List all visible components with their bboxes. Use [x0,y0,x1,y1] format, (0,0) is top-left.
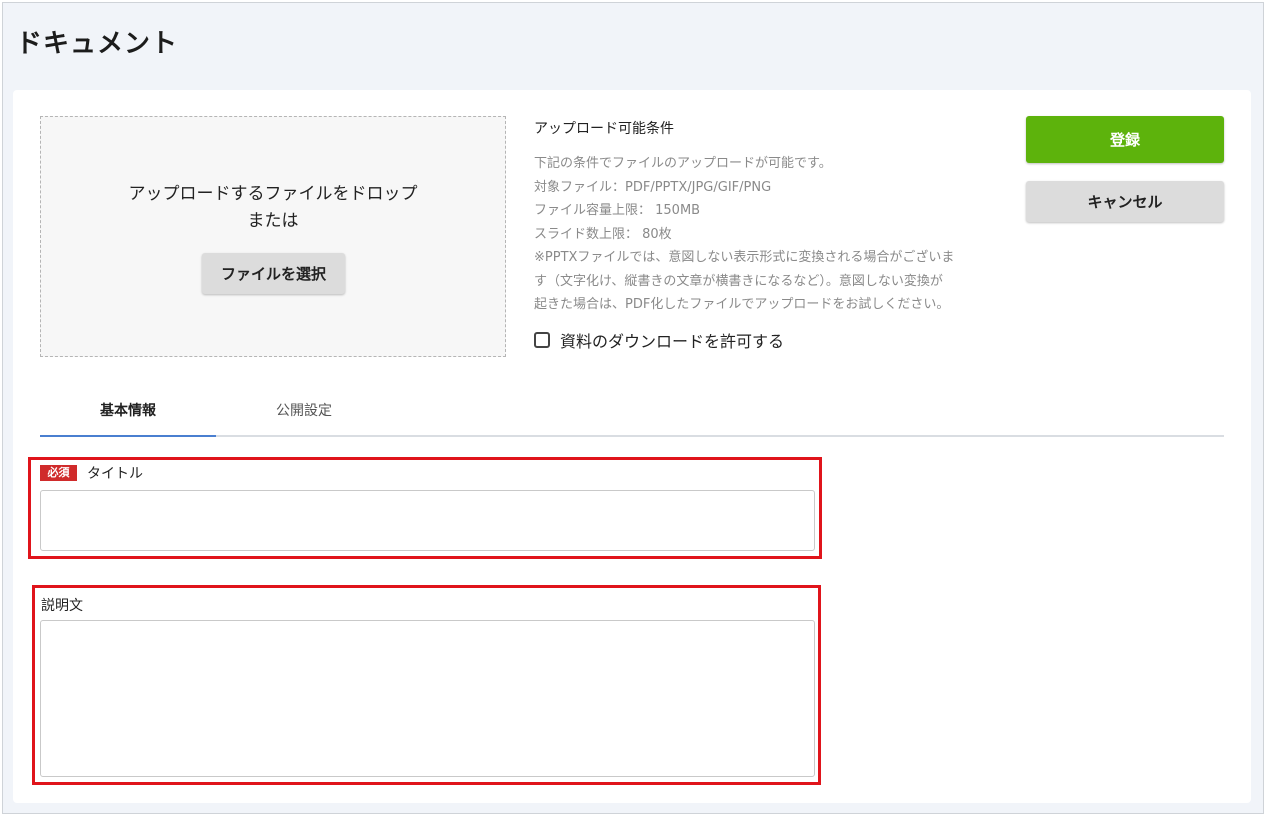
download-permission-checkbox[interactable] [534,332,550,348]
title-input[interactable] [40,490,815,551]
tab-publish-settings[interactable]: 公開設定 [216,389,392,435]
condition-line: スライド数上限： 80枚 [534,226,672,242]
condition-line: ※PPTXファイルでは、意図しない表示形式に変換される場合がございま [534,250,955,265]
dropzone-or-text: または [247,211,299,231]
conditions-title: アップロード可能条件 [534,121,674,137]
file-dropzone[interactable]: アップロードするファイルをドロップ または ファイルを選択 [40,116,506,357]
condition-line: ファイル容量上限： 150MB [534,203,701,218]
dropzone-text: アップロードするファイルをドロップ または [41,181,505,235]
page-title: ドキュメント [16,29,179,59]
tab-basic-info[interactable]: 基本情報 [40,389,216,437]
select-file-button[interactable]: ファイルを選択 [202,253,345,294]
download-permission-label[interactable]: 資料のダウンロードを許可する [560,328,784,352]
upload-conditions: アップロード可能条件 下記の条件でファイルのアップロードが可能です。 対象ファイ… [534,118,1004,317]
dropzone-drop-text: アップロードするファイルをドロップ [128,184,418,204]
description-label: 説明文 [41,598,83,614]
condition-line: す（文字化け、縦書きの文章が横書きになるなど）。意図しない変換が [534,273,943,289]
description-textarea[interactable] [40,620,815,777]
title-label: タイトル [87,466,143,482]
form-tabs: 基本情報 公開設定 [40,389,1224,437]
register-button[interactable]: 登録 [1026,116,1224,163]
download-permission-row[interactable]: 資料のダウンロードを許可する [534,328,784,352]
condition-line: 下記の条件でファイルのアップロードが可能です。 [534,156,832,171]
required-badge: 必須 [40,465,77,481]
cancel-button[interactable]: キャンセル [1026,181,1224,222]
condition-line: 対象ファイル：PDF/PPTX/JPG/GIF/PNG [534,179,772,195]
condition-line: 起きた場合は、PDF化したファイルでアップロードをお試しください。 [534,297,950,312]
